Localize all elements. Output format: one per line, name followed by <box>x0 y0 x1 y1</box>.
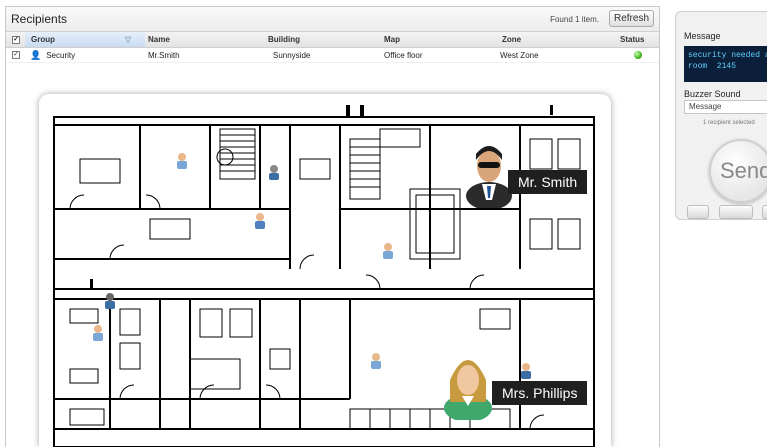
selected-count: 1 recipient selected <box>703 120 755 126</box>
check-icon: ✓ <box>12 35 20 44</box>
status-online-icon <box>634 51 642 59</box>
recipients-header: Recipients Found 1 item. Refresh <box>6 7 659 32</box>
message-panel: Message security needed at room 2145 Buz… <box>675 11 767 220</box>
column-header-status[interactable]: Status <box>620 32 644 47</box>
table-row[interactable]: ✓ 👤 Security Mr.Smith Sunnyside Office f… <box>6 48 659 63</box>
column-header-group-label: Group <box>31 35 55 44</box>
found-count: Found 1 item. <box>550 15 599 24</box>
column-header-map[interactable]: Map <box>384 32 400 47</box>
pad-button-right[interactable] <box>762 205 767 219</box>
pin-label-mr-smith[interactable]: Mr. Smith <box>508 170 588 194</box>
zone-cell: West Zone <box>500 50 539 60</box>
pad-button-middle[interactable] <box>719 205 753 219</box>
sort-down-icon: ▽ <box>125 35 132 44</box>
send-button[interactable]: Send <box>709 139 767 203</box>
page: Recipients Found 1 item. Refresh ✓ Group… <box>0 0 767 447</box>
building-cell: Sunnyside <box>273 50 311 60</box>
check-icon: ✓ <box>12 51 20 59</box>
column-header-zone[interactable]: Zone <box>502 32 521 47</box>
buzzer-sound-select[interactable]: Message <box>684 100 767 114</box>
mr-smith-avatar-icon[interactable] <box>464 138 514 208</box>
mrs-phillips-avatar-icon[interactable] <box>442 346 494 420</box>
pin-label-mrs-phillips[interactable]: Mrs. Phillips <box>492 381 588 405</box>
status-cell <box>634 48 642 62</box>
group-cell: 👤 Security <box>30 48 75 62</box>
map-cell: Office floor <box>384 50 423 60</box>
recipients-title: Recipients <box>11 12 68 26</box>
column-header-name[interactable]: Name <box>148 32 170 47</box>
floor-plan-map[interactable]: Mr. Smith Mrs. Phillips <box>39 94 611 447</box>
message-textarea[interactable]: security needed at room 2145 <box>684 46 767 82</box>
refresh-button[interactable]: Refresh <box>609 10 654 27</box>
message-label: Message <box>684 31 721 41</box>
group-cell-text: Security <box>46 50 76 60</box>
grid-header: ✓ Group ▽ Name Building Map Zone Status <box>6 32 659 48</box>
buzzer-sound-label: Buzzer Sound <box>684 89 741 99</box>
security-person-icon: 👤 <box>30 49 42 60</box>
column-header-building[interactable]: Building <box>268 32 300 47</box>
row-checkbox[interactable]: ✓ <box>12 48 20 62</box>
column-header-group[interactable]: Group ▽ <box>25 32 145 47</box>
select-all-checkbox[interactable]: ✓ <box>12 32 20 47</box>
name-cell: Mr.Smith <box>148 50 180 60</box>
pad-button-left[interactable] <box>687 205 709 219</box>
